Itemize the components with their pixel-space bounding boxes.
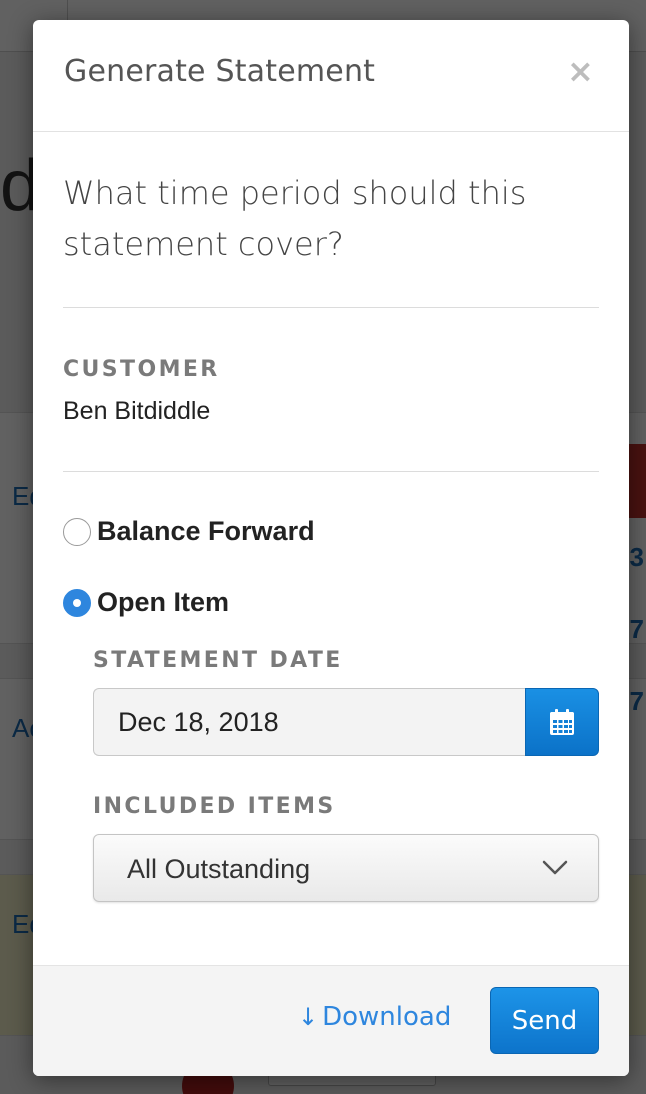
balance-forward-radio[interactable] [63, 517, 91, 546]
download-link[interactable]: ↓ Download [298, 1002, 451, 1032]
customer-label: CUSTOMER [63, 357, 220, 382]
modal-footer: ↓ Download Send [33, 965, 629, 1076]
calendar-icon [550, 709, 574, 735]
modal-header: Generate Statement × [33, 20, 629, 132]
divider [63, 471, 599, 472]
generate-statement-modal: Generate Statement × What time period sh… [33, 20, 629, 1076]
send-button[interactable]: Send [490, 987, 599, 1054]
open-item-settings: STATEMENT DATE Dec 18, 2018 INCLUDED ITE… [63, 648, 599, 902]
balance-forward-option[interactable]: Balance Forward [63, 516, 599, 547]
divider [63, 307, 599, 308]
download-label: Download [322, 1002, 452, 1032]
close-icon[interactable]: × [567, 55, 594, 87]
customer-name: Ben Bitdiddle [63, 397, 211, 425]
chevron-down-icon [542, 860, 568, 875]
open-item-option[interactable]: Open Item [63, 587, 599, 618]
modal-body: What time period should this statement c… [33, 168, 629, 902]
statement-date-input[interactable] [93, 688, 525, 756]
calendar-button[interactable] [525, 688, 599, 756]
modal-title: Generate Statement [64, 54, 376, 89]
included-items-value: All Outstanding [127, 854, 311, 884]
balance-forward-label: Balance Forward [97, 516, 315, 546]
included-items-select[interactable]: All Outstanding [93, 834, 599, 902]
open-item-label: Open Item [97, 587, 230, 617]
included-items-label: INCLUDED ITEMS [93, 794, 336, 819]
download-arrow-icon: ↓ [298, 1003, 319, 1031]
period-question: What time period should this statement c… [63, 174, 527, 263]
statement-date-label: STATEMENT DATE [93, 648, 343, 673]
statement-date-group [93, 688, 599, 756]
open-item-radio[interactable] [63, 588, 91, 617]
